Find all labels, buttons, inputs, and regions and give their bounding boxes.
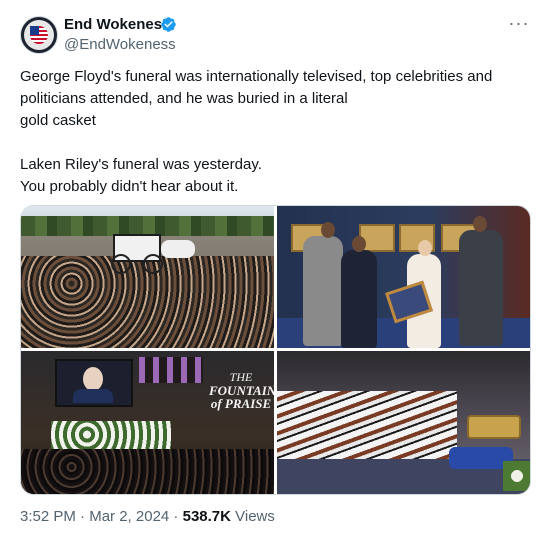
photo-church-sign: THE FOUNTAIN of PRAISE [209, 371, 274, 411]
tweet-text-line: politicians attended, and he was buried … [20, 90, 348, 107]
photo-person-head [473, 216, 487, 232]
tweet-text-gap [20, 132, 530, 154]
media-photo-funeral-procession[interactable] [21, 206, 274, 348]
tweet-text-line: You probably didn't hear about it. [20, 178, 239, 195]
photo-speaker-suit [73, 389, 113, 403]
photo-wheel [143, 254, 163, 274]
tweet-text-line: Laken Riley's funeral was yesterday. [20, 156, 262, 173]
media-photo-flag-presentation[interactable] [277, 206, 530, 348]
meta-separator: · [75, 508, 90, 525]
tweet-text-line: George Floyd's funeral was international… [20, 68, 493, 85]
tweet-meta: 3:52 PM · Mar 2, 2024 · 538.7K Views [20, 508, 275, 526]
verified-badge-icon [161, 17, 176, 32]
photo-horse [161, 240, 195, 258]
photo-person [459, 230, 503, 346]
more-options-icon[interactable]: ··· [508, 14, 530, 34]
photo-video-screen [55, 359, 133, 407]
photo-person-head [418, 240, 432, 256]
photo-audience [21, 449, 274, 494]
media-photo-church-service[interactable]: THE FOUNTAIN of PRAISE [21, 351, 274, 494]
photo-wreath [503, 461, 530, 491]
views-label: Views [230, 508, 275, 525]
avatar-flag-icon [30, 26, 48, 44]
views-count[interactable]: 538.7K [183, 508, 231, 525]
tweet-text-line: gold casket [20, 112, 96, 129]
photo-person-head [321, 222, 335, 238]
photo-wheel [111, 254, 131, 274]
photo-casket [467, 415, 521, 439]
author-avatar[interactable] [20, 16, 58, 54]
tweet-date[interactable]: Mar 2, 2024 [89, 508, 169, 525]
author-display-name[interactable]: End Wokeness [64, 16, 170, 34]
photo-speaker-face [83, 367, 103, 391]
author-handle[interactable]: @EndWokeness [64, 36, 176, 54]
photo-stage-lights [139, 357, 203, 383]
media-photo-memorial-hall[interactable] [277, 351, 530, 494]
tweet-time[interactable]: 3:52 PM [20, 508, 76, 525]
media-grid: THE FOUNTAIN of PRAISE [20, 205, 531, 495]
photo-person-head [352, 236, 366, 252]
photo-church-sign-line: of PRAISE [210, 396, 272, 411]
photo-person [303, 236, 343, 346]
meta-separator: · [169, 508, 183, 525]
tweet-text: George Floyd's funeral was international… [20, 66, 530, 198]
tweet: End Wokeness @EndWokeness ··· George Flo… [0, 0, 542, 538]
photo-person [341, 250, 377, 348]
